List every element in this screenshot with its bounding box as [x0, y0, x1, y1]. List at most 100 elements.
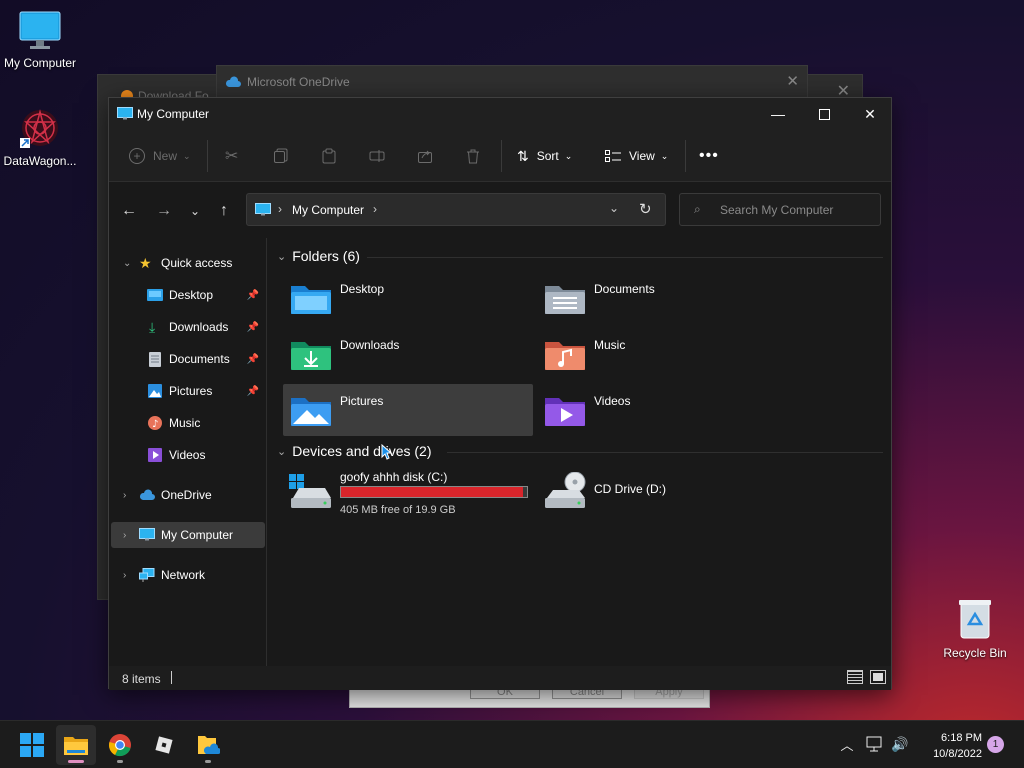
folder-label: Downloads [340, 338, 400, 352]
chevron-down-icon: ⌄ [277, 445, 287, 458]
chevron-down-icon: ⌄ [189, 204, 201, 218]
sort-button[interactable]: ⇅ Sort ⌄ [517, 144, 572, 168]
sidebar-item-downloads[interactable]: ⤓ Downloads 📌 [111, 314, 265, 340]
sidebar-item-desktop[interactable]: Desktop 📌 [111, 282, 265, 308]
paste-button[interactable] [321, 144, 337, 168]
forward-button[interactable]: → [153, 200, 175, 222]
sidebar-item-quick-access[interactable]: ⌄ ★ Quick access [111, 250, 265, 276]
breadcrumb-segment[interactable]: My Computer [292, 203, 364, 217]
sidebar-item-music[interactable]: ♪ Music [111, 410, 265, 436]
more-options-button[interactable]: ••• [699, 144, 719, 168]
system-clock[interactable]: 6:18 PM 10/8/2022 [912, 730, 982, 762]
copy-button[interactable] [273, 144, 289, 168]
folder-documents[interactable]: Documents [537, 272, 787, 324]
drive-c[interactable]: goofy ahhh disk (C:) 405 MB free of 19.9… [283, 466, 533, 518]
chevron-right-icon: › [123, 489, 127, 501]
minimize-button[interactable]: — [755, 98, 801, 130]
desktop-icon-my-computer[interactable]: My Computer [0, 10, 80, 70]
desktop-icon-datawagon[interactable]: DataWagon... [0, 106, 80, 168]
volume-button[interactable]: 🔊 [889, 733, 911, 755]
group-divider [447, 452, 883, 453]
taskbar-onedrive-folder[interactable] [188, 725, 228, 765]
new-button[interactable]: + New ⌄ [129, 144, 191, 168]
recycle-bin-icon [959, 600, 991, 639]
taskbar-chrome[interactable] [100, 725, 140, 765]
cut-button[interactable]: ✂ [225, 144, 238, 168]
clock-date: 10/8/2022 [933, 748, 982, 760]
pin-icon: 📌 [246, 321, 259, 333]
chevron-down-icon: ⌄ [123, 257, 132, 269]
desktop-icon-label: Recycle Bin [943, 646, 1007, 660]
tiles-view-icon[interactable] [870, 670, 886, 684]
sidebar-item-label: Music [169, 416, 201, 430]
up-button[interactable]: ↑ [213, 200, 235, 222]
refresh-icon[interactable]: ↻ [639, 200, 652, 218]
folder-videos[interactable]: Videos [537, 384, 787, 436]
close-icon[interactable]: ✕ [786, 72, 799, 90]
network-icon [139, 568, 155, 582]
share-button[interactable] [417, 144, 433, 168]
maximize-button[interactable] [801, 98, 847, 130]
onedrive-folder-icon [198, 736, 220, 754]
folder-label: Music [594, 338, 626, 352]
view-button[interactable]: View ⌄ [605, 144, 668, 168]
folder-music[interactable]: Music [537, 328, 787, 380]
onedrive-window[interactable]: Microsoft OneDrive ✕ [216, 65, 808, 99]
sidebar-item-videos[interactable]: Videos [111, 442, 265, 468]
folders-group-header[interactable]: ⌄ Folders (6) [277, 248, 360, 264]
sidebar-item-label: OneDrive [161, 488, 212, 502]
show-hidden-icons-button[interactable]: ︿ [836, 733, 858, 755]
address-dropdown-icon[interactable]: ⌄ [609, 201, 619, 215]
folder-downloads[interactable]: Downloads [283, 328, 533, 380]
sidebar-item-label: Quick access [161, 256, 233, 270]
music-icon: ♪ [148, 416, 162, 430]
taskbar-roblox[interactable] [144, 725, 184, 765]
recent-locations-button[interactable]: ⌄ [184, 200, 206, 222]
sidebar-item-documents[interactable]: Documents 📌 [111, 346, 265, 372]
sidebar-item-network[interactable]: › Network [111, 562, 265, 588]
pin-icon: 📌 [246, 353, 259, 365]
content-pane: ⌄ Folders (6) Desktop Documents Download… [269, 238, 891, 666]
pictures-icon [148, 384, 162, 398]
folder-label: Desktop [340, 282, 385, 296]
cloud-icon [139, 489, 155, 500]
title-bar[interactable]: My Computer — ✕ [109, 98, 891, 130]
ethernet-icon [866, 736, 882, 752]
command-bar: + New ⌄ ✂ ⇅ Sort ⌄ View ⌄ ••• [109, 130, 891, 182]
view-list-icon [605, 150, 621, 162]
details-view-icon[interactable] [847, 670, 863, 684]
drive-usage-fill [341, 487, 524, 497]
arrow-right-icon: → [156, 202, 172, 219]
address-bar[interactable]: › My Computer › ⌄ ↻ [246, 193, 666, 226]
sidebar-item-my-computer[interactable]: › My Computer [111, 522, 265, 548]
drive-d[interactable]: CD Drive (D:) [537, 466, 787, 518]
hard-drive-icon [289, 474, 331, 508]
network-status-button[interactable] [864, 733, 886, 755]
rename-button[interactable] [369, 144, 385, 168]
start-button[interactable] [12, 725, 52, 765]
search-box[interactable]: ⌕ Search My Computer [679, 193, 881, 226]
folder-label: Videos [594, 394, 631, 408]
roblox-icon [155, 736, 173, 754]
chevron-down-icon: ⌄ [564, 150, 573, 161]
folder-desktop[interactable]: Desktop [283, 272, 533, 324]
downloads-folder-icon [291, 342, 331, 370]
folder-pictures[interactable]: Pictures [283, 384, 533, 436]
desktop-icon-recycle-bin[interactable]: Recycle Bin [935, 596, 1015, 660]
taskbar-file-explorer[interactable] [56, 725, 96, 765]
desktop-icon-label: My Computer [3, 56, 77, 70]
delete-button[interactable] [465, 144, 481, 168]
close-button[interactable]: ✕ [847, 98, 893, 130]
sidebar-item-label: Downloads [169, 320, 229, 334]
back-button[interactable]: ← [118, 200, 140, 222]
sidebar-item-label: My Computer [161, 528, 234, 542]
clipboard-icon [322, 148, 336, 164]
search-placeholder: Search My Computer [720, 203, 834, 217]
notification-badge[interactable]: 1 [987, 736, 1004, 753]
speaker-icon: 🔊 [891, 735, 909, 752]
monitor-icon [19, 11, 61, 49]
sidebar-item-pictures[interactable]: Pictures 📌 [111, 378, 265, 404]
sidebar-item-onedrive[interactable]: › OneDrive [111, 482, 265, 508]
devices-group-header[interactable]: ⌄ Devices and drives (2) [277, 443, 432, 459]
item-count: 8 items [122, 672, 161, 686]
